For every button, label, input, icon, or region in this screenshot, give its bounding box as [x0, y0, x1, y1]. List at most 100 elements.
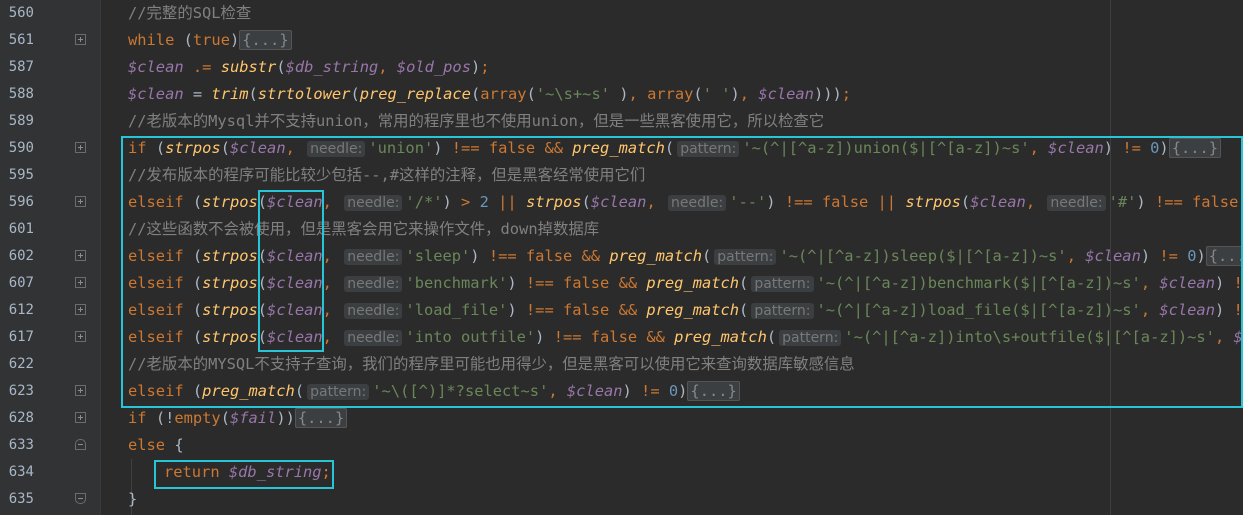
code-punctuation	[184, 58, 193, 76]
folded-block[interactable]: {...}	[1168, 138, 1222, 158]
code-punctuation: )	[470, 58, 481, 76]
code-line[interactable]: 628 if (!empty($fail)) {...}	[0, 405, 1243, 432]
code-variable: $db_string	[285, 58, 379, 76]
code-content: //老版本的MYSQL不支持子查询，我们的程序里可能也用得少，但是黑客可以使用它…	[128, 351, 855, 378]
line-number: 633	[8, 437, 34, 453]
line-number: 587	[8, 59, 34, 75]
code-keyword: while	[128, 31, 184, 49]
code-punctuation: (	[693, 85, 703, 103]
code-line[interactable]: 601 //这些函数不会被使用，但是黑客会用它来操作文件，down掉数据库	[0, 216, 1243, 243]
folded-block[interactable]: {...}	[294, 408, 348, 428]
code-content: $clean .= substr($db_string, $old_pos);	[128, 54, 490, 81]
code-line[interactable]: 590 if (strpos($clean, needle:'union') !=…	[0, 135, 1243, 162]
fold-expand-icon[interactable]	[75, 277, 86, 288]
code-punctuation: )	[622, 382, 642, 400]
code-keyword: ,	[378, 58, 397, 76]
code-function: strpos	[202, 193, 258, 211]
code-string: '~(^|[^a-z])benchmark($|[^[a-z])~s'	[816, 274, 1141, 292]
code-variable: $clean	[758, 85, 814, 103]
code-function: strpos	[525, 193, 582, 211]
fold-expand-icon[interactable]	[75, 412, 86, 423]
code-string: 'union'	[368, 139, 434, 157]
code-variable: $c	[1233, 328, 1243, 346]
code-line[interactable]: 595 //发布版本的程序可能比较少包括--,#这样的注释，但是黑客经常使用它们	[0, 162, 1243, 189]
code-keyword: !=	[1233, 274, 1243, 292]
code-function: strpos	[202, 328, 258, 346]
param-hint: needle:	[344, 330, 403, 346]
code-punctuation: )	[1238, 193, 1243, 211]
fold-expand-icon[interactable]	[75, 250, 86, 261]
code-line[interactable]: 633 else {	[0, 432, 1243, 459]
code-line[interactable]: 589 //老版本的Mysql并不支持union，常用的程序里也不使用union，…	[0, 108, 1243, 135]
code-keyword: ;	[321, 463, 331, 481]
code-line[interactable]: 622 //老版本的MYSQL不支持子查询，我们的程序里可能也用得少，但是黑客可以…	[0, 351, 1243, 378]
code-punctuation: (	[192, 382, 203, 400]
code-keyword: array	[480, 85, 527, 103]
code-content: elseif (strpos($clean, needle:'sleep') !…	[128, 243, 1243, 271]
code-punctuation: (	[192, 301, 203, 319]
code-punctuation: )))	[813, 85, 842, 103]
code-line[interactable]: 602 elseif (strpos($clean, needle:'sleep'…	[0, 243, 1243, 270]
code-content: $clean = trim(strtolower(preg_replace(ar…	[128, 81, 851, 108]
code-keyword: ;	[480, 58, 490, 76]
code-line[interactable]: 617 elseif (strpos($clean, needle:'into o…	[0, 324, 1243, 351]
code-line[interactable]: 634 return $db_string;	[0, 459, 1243, 486]
code-punctuation: (	[183, 31, 193, 49]
code-punctuation	[211, 58, 220, 76]
code-variable: $clean	[267, 328, 323, 346]
code-punctuation: (	[257, 301, 268, 319]
code-keyword: true	[192, 31, 230, 49]
code-number: 2	[479, 193, 489, 211]
code-keyword: ,	[322, 247, 342, 265]
line-number: 596	[8, 194, 34, 210]
param-hint: needle:	[307, 141, 366, 157]
code-punctuation: (	[766, 328, 777, 346]
code-punctuation: )	[433, 139, 452, 157]
fold-expand-icon[interactable]	[75, 304, 86, 315]
code-keyword: ,	[322, 328, 342, 346]
code-function: trim	[211, 85, 249, 103]
folded-block[interactable]: {...}	[239, 30, 292, 50]
code-variable: $clean	[970, 193, 1026, 211]
code-keyword: .=	[192, 58, 212, 76]
fold-expand-icon[interactable]	[75, 142, 86, 153]
code-string: 'load_file'	[405, 301, 508, 319]
fold-expand-icon[interactable]	[75, 34, 86, 45]
code-line[interactable]: 560 //完整的SQL检查	[0, 0, 1243, 27]
param-hint: pattern:	[751, 303, 814, 319]
code-punctuation: )	[229, 31, 240, 49]
code-keyword: elseif	[128, 193, 193, 211]
fold-expand-icon[interactable]	[75, 331, 86, 342]
param-hint: pattern:	[677, 141, 740, 157]
code-line[interactable]: 612 elseif (strpos($clean, needle:'load_f…	[0, 297, 1243, 324]
code-punctuation: (	[220, 409, 230, 427]
line-number: 561	[8, 32, 34, 48]
code-punctuation: (	[350, 85, 360, 103]
code-line[interactable]: 587 $clean .= substr($db_string, $old_pos…	[0, 54, 1243, 81]
line-number: 628	[8, 410, 34, 426]
code-line[interactable]: 588 $clean = trim(strtolower(preg_replace…	[0, 81, 1243, 108]
folded-block[interactable]: {...}	[1205, 246, 1243, 266]
code-line[interactable]: 596 elseif (strpos($clean, needle: '/*') >…	[0, 189, 1243, 216]
code-punctuation: (	[739, 301, 749, 319]
code-punctuation: {	[174, 436, 184, 454]
code-string: '~(^|[^a-z])sleep($|[^[a-z])~s'	[779, 247, 1067, 265]
fold-collapse-icon[interactable]	[75, 493, 86, 504]
fold-expand-icon[interactable]	[75, 196, 86, 207]
code-punctuation: )	[470, 247, 489, 265]
fold-collapse-icon[interactable]	[75, 439, 86, 450]
code-keyword: !== false ||	[784, 193, 906, 211]
folded-block[interactable]: {...}	[687, 381, 740, 401]
code-punctuation: (	[220, 139, 230, 157]
code-keyword: ,	[739, 85, 759, 103]
fold-expand-icon[interactable]	[75, 385, 86, 396]
code-function: strpos	[202, 247, 258, 265]
code-line[interactable]: 607 elseif (strpos($clean, needle:'benchm…	[0, 270, 1243, 297]
code-keyword: !== false &&	[525, 301, 647, 319]
code-line[interactable]: 635}	[0, 486, 1243, 513]
code-keyword: !== false &&	[488, 247, 610, 265]
code-line[interactable]: 561 while (true) {...}	[0, 27, 1243, 54]
code-content: elseif (strpos($clean, needle:'benchmark…	[128, 270, 1243, 298]
code-keyword: elseif	[128, 382, 193, 400]
code-line[interactable]: 623 elseif (preg_match(pattern: '~\([^)]*?…	[0, 378, 1243, 405]
